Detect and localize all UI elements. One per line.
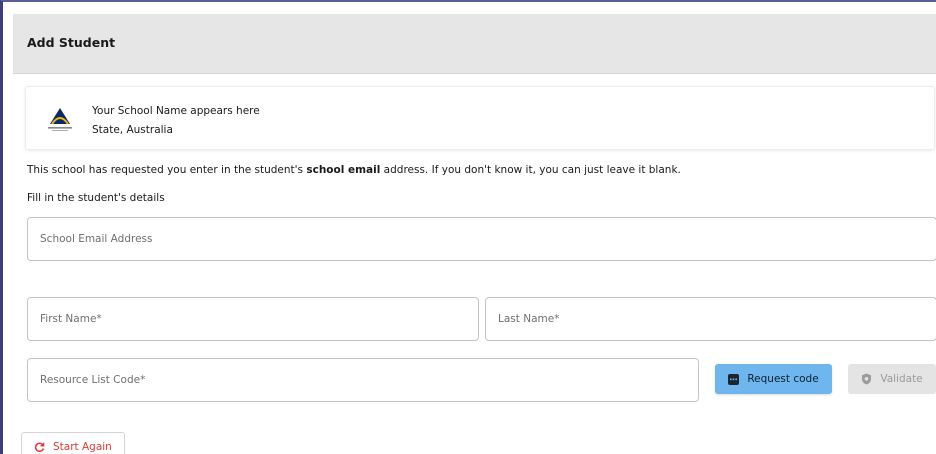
- validate-button[interactable]: Validate: [848, 364, 936, 394]
- school-email-input[interactable]: School Email Address: [27, 217, 936, 261]
- notice-text-before: This school has requested you enter in t…: [27, 164, 307, 176]
- resource-list-code-input[interactable]: Resource List Code*: [27, 358, 699, 402]
- start-again-button[interactable]: Start Again: [21, 432, 125, 454]
- first-name-placeholder: First Name*: [40, 313, 102, 325]
- notice-text-bold: school email: [306, 164, 381, 176]
- section-label: Fill in the student's details: [27, 192, 165, 204]
- last-name-input[interactable]: Last Name*: [485, 297, 936, 341]
- page-header: Add Student: [13, 14, 936, 74]
- validate-label: Validate: [880, 373, 923, 385]
- refresh-icon: [34, 442, 45, 453]
- resource-list-code-placeholder: Resource List Code*: [40, 374, 146, 386]
- keypad-icon: [728, 373, 740, 385]
- email-notice: This school has requested you enter in t…: [27, 164, 681, 176]
- start-again-label: Start Again: [53, 441, 112, 453]
- last-name-placeholder: Last Name*: [498, 313, 560, 325]
- school-email-placeholder: School Email Address: [40, 233, 153, 245]
- request-code-button[interactable]: Request code: [715, 364, 832, 394]
- app-frame: Add Student Your School Name appears her…: [0, 0, 936, 454]
- school-card: Your School Name appears here State, Aus…: [25, 86, 935, 150]
- first-name-input[interactable]: First Name*: [27, 297, 479, 341]
- school-logo: [48, 108, 72, 131]
- request-code-label: Request code: [747, 373, 819, 385]
- school-name: Your School Name appears here: [92, 105, 260, 117]
- page-title: Add Student: [27, 35, 116, 50]
- school-state: State, Australia: [92, 124, 173, 136]
- notice-text-after: address. If you don't know it, you can j…: [380, 164, 681, 176]
- shield-check-icon: [861, 373, 872, 385]
